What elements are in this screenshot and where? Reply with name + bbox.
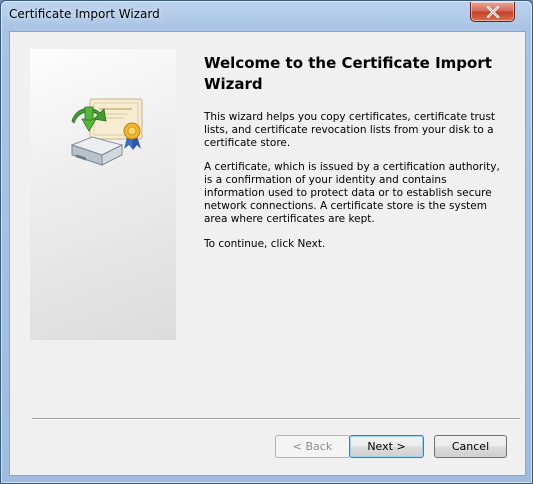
window-title: Certificate Import Wizard: [9, 7, 160, 21]
certificate-import-icon: [66, 93, 146, 179]
page-title: Welcome to the Certificate Import Wizard: [204, 54, 492, 93]
close-icon: [486, 5, 500, 18]
button-separator: [32, 418, 520, 420]
next-button[interactable]: Next >: [349, 435, 424, 458]
certificate-description-paragraph: A certificate, which is issued by a cert…: [204, 161, 500, 225]
back-button[interactable]: < Back: [275, 435, 350, 458]
wizard-body: Welcome to the Certificate Import Wizard…: [9, 31, 526, 476]
intro-paragraph: This wizard helps you copy certificates,…: [204, 111, 496, 149]
wizard-window: Certificate Import Wizard Welcome to the…: [0, 0, 533, 484]
close-button[interactable]: [470, 2, 515, 22]
wizard-banner: [30, 49, 176, 340]
cancel-button[interactable]: Cancel: [434, 435, 507, 458]
continue-instruction: To continue, click Next.: [204, 238, 326, 250]
title-bar[interactable]: Certificate Import Wizard: [1, 1, 532, 31]
